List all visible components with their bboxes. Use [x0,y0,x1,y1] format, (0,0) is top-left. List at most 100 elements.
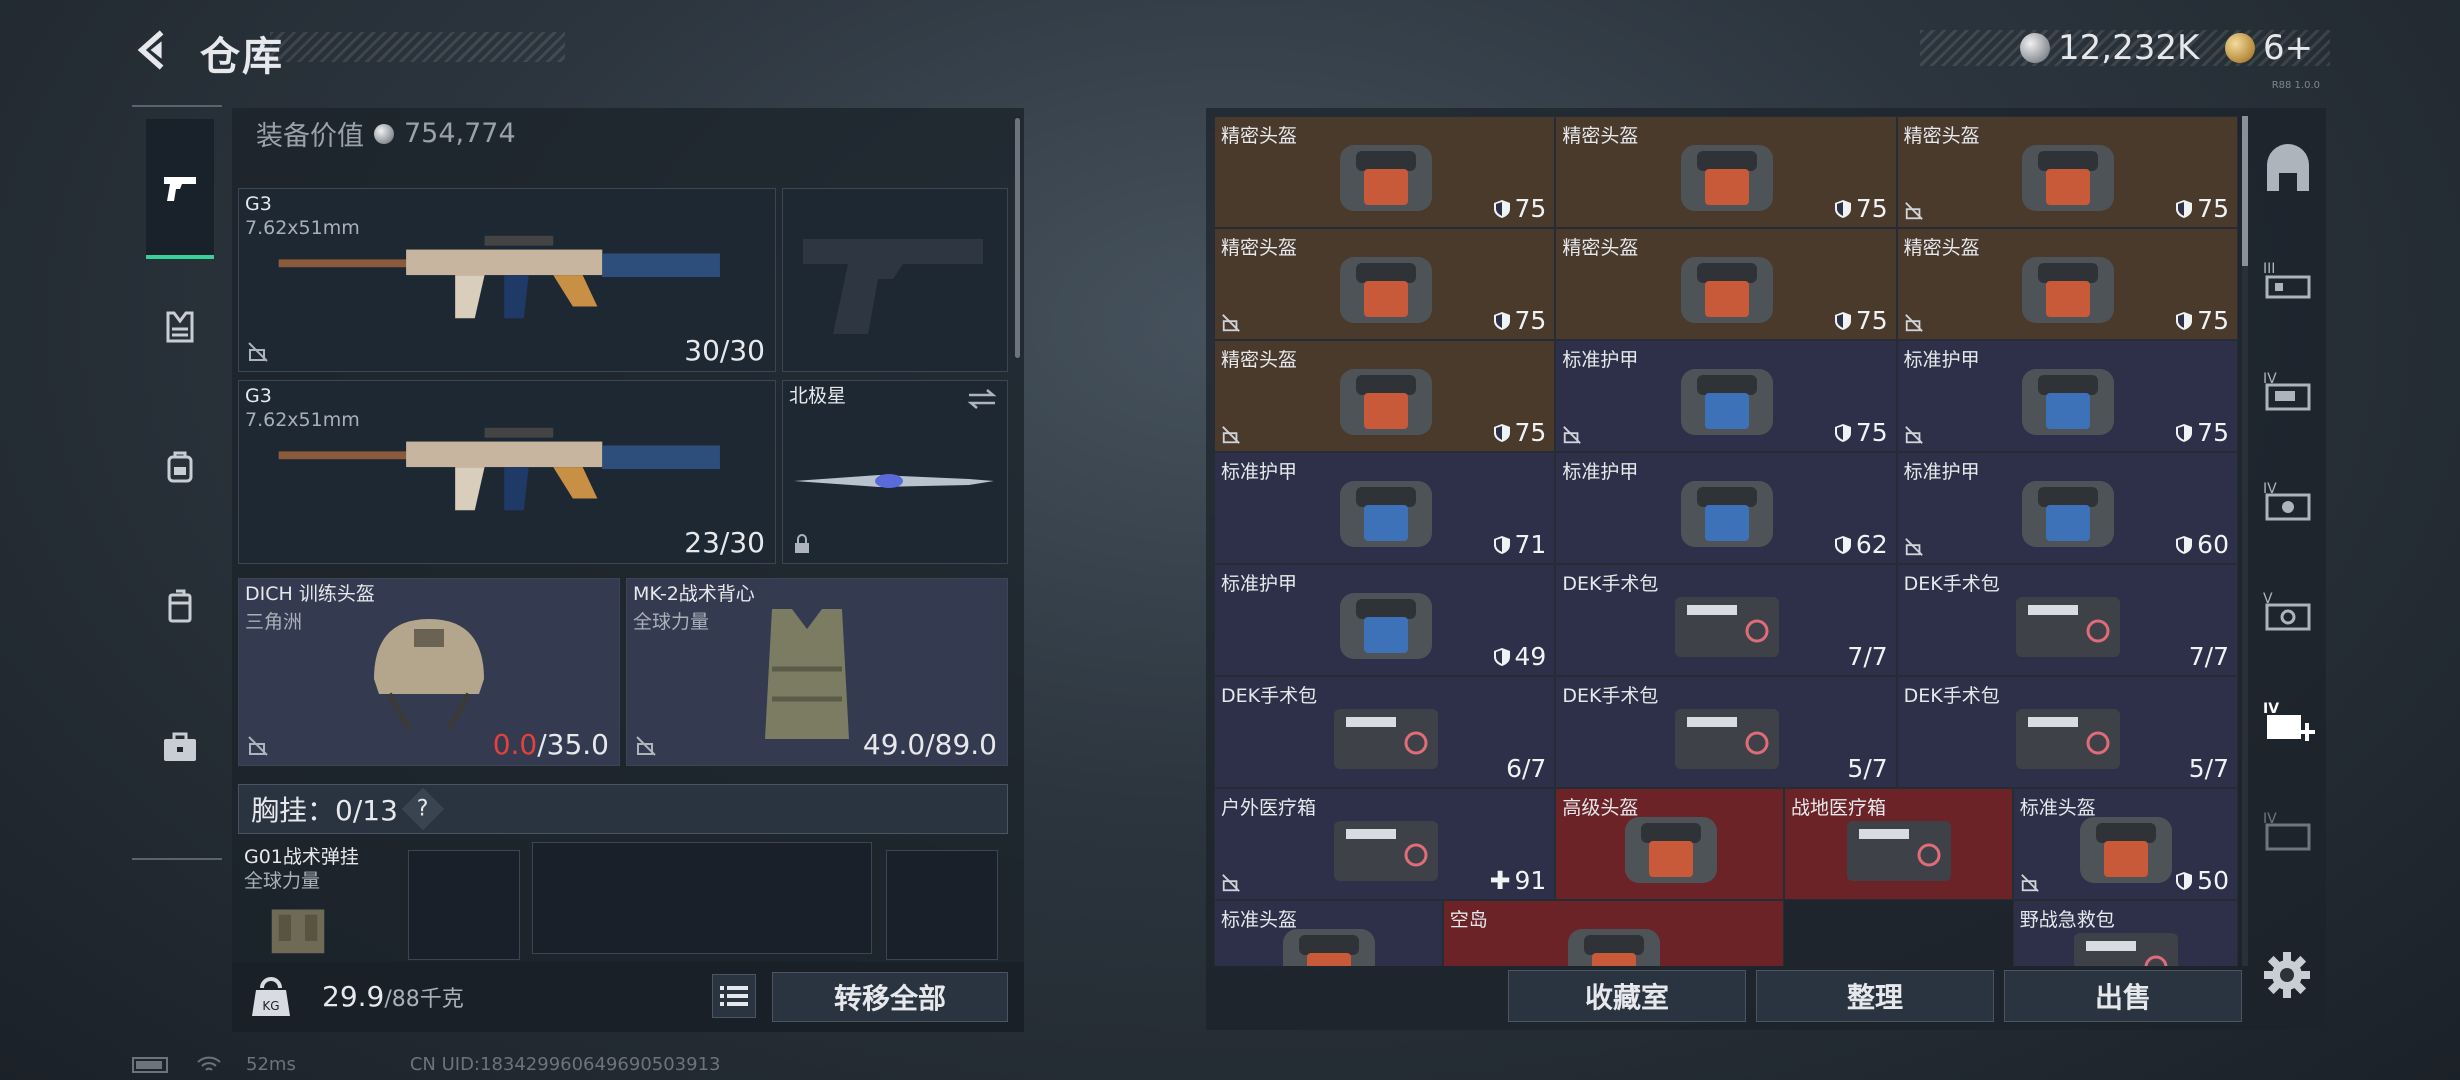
storage-item-count: 75 [1493,306,1546,335]
storage-item[interactable]: 标准护甲 75 [1896,340,2238,452]
helmet-durability-current: 0.0 [492,728,538,761]
nav-backpack[interactable] [146,397,214,537]
collection-room-button[interactable]: 收藏室 [1508,970,1746,1022]
storage-item[interactable]: DEK手术包 6/7 [1214,676,1556,788]
item-image [1680,145,1773,211]
list-view-button[interactable] [712,974,756,1018]
nav-briefcase[interactable] [146,677,214,817]
storage-item[interactable]: 标准护甲 60 [1896,452,2238,564]
storage-scrollbar[interactable] [2242,116,2248,966]
armor-slot[interactable]: MK-2战术背心 全球力量 49.0/89.0 [626,578,1008,766]
armor-vest-image [765,609,849,739]
organize-button[interactable]: 整理 [1756,970,1994,1022]
storage-item[interactable]: 标准护甲 75 [1555,340,1897,452]
item-image [1333,821,1438,881]
item-image [2022,481,2115,547]
storage-item-count: 75 [1493,194,1546,223]
storage-item-name: 精密头盔 [1562,237,1639,259]
storage-item-name: 户外医疗箱 [1221,797,1317,819]
primary-weapon-slot-2[interactable]: G3 7.62x51mm 23/30 [238,380,776,564]
storage-item[interactable]: DEK手术包 5/7 [1896,676,2238,788]
storage-item[interactable]: 精密头盔 75 [1214,228,1556,340]
storage-iv-tab[interactable]: IV [2258,350,2318,430]
storage-item[interactable]: 标准护甲 49 [1214,564,1556,676]
storage-item[interactable]: 户外医疗箱 ✚ 91 [1214,788,1556,900]
storage-item[interactable]: DEK手术包 7/7 [1555,564,1897,676]
help-icon[interactable]: ? [401,787,445,831]
storage-item[interactable]: 战地医疗箱 [1784,788,2013,900]
storage-iv-2-tab[interactable]: IV [2258,460,2318,540]
storage-item[interactable]: 精密头盔 75 [1896,116,2238,228]
storage-item[interactable]: 标准护甲 71 [1214,452,1556,564]
pistol-icon [164,177,196,201]
scroll-thumb[interactable] [2242,116,2248,266]
backpack-icon [167,451,193,483]
rig-slot[interactable] [408,850,520,960]
rig-slot[interactable] [532,842,872,954]
chest-rig-header[interactable]: 胸挂：0/13 ? [238,784,1008,834]
storage-item[interactable]: 精密头盔 75 [1555,116,1897,228]
rig-slot[interactable] [886,850,998,960]
storage-item[interactable]: 标准头盔 [1214,900,1443,966]
storage-item[interactable]: 空岛 [1442,900,1785,966]
storage-item-name: DEK手术包 [1562,573,1659,595]
durability-shield-icon [1493,199,1510,218]
svg-text:III: III [2263,261,2275,277]
storage-item[interactable]: 高级头盔 [1555,788,1785,900]
durability-shield-icon [1834,199,1851,218]
storage-item[interactable]: 标准护甲 62 [1555,452,1897,564]
storage-iv-3-tab[interactable]: IV [2258,790,2318,870]
durability-shield-icon [1834,535,1851,554]
storage-iv-add-tab[interactable]: IV [2258,680,2318,760]
back-button[interactable] [130,22,180,78]
storage-item[interactable]: DEK手术包 5/7 [1555,676,1897,788]
helmet-slot[interactable]: DICH 训练头盔 三角洲 0.0/35.0 [238,578,620,766]
storage-iii-tab[interactable]: III [2258,240,2318,320]
storage-item[interactable]: 精密头盔 75 [1214,340,1556,452]
sell-button[interactable]: 出售 [2004,970,2242,1022]
storage-item[interactable]: 野战急救包 [2012,900,2238,966]
case-icon [168,589,192,623]
item-image [2016,597,2121,657]
storage-v-tab[interactable]: V [2258,570,2318,650]
storage-iii-icon: III [2263,261,2311,299]
currency-silver[interactable]: 12,232K [2020,28,2199,68]
storage-iv-3-icon: IV [2263,811,2311,851]
melee-slot[interactable]: 北极星 [782,380,1008,564]
primary-weapon-slot-1[interactable]: G3 7.62x51mm 30/30 [238,188,776,372]
nav-container[interactable] [146,537,214,677]
pistol-slot[interactable] [782,188,1008,372]
storage-item-name: 空岛 [1449,909,1488,931]
storage-item[interactable]: 精密头盔 75 [1896,228,2238,340]
storage-item[interactable]: DEK手术包 7/7 [1896,564,2238,676]
item-image [2022,369,2115,435]
rifle-image [278,235,720,319]
rifle-image [278,427,720,511]
svg-text:KG: KG [262,999,279,1013]
nav-vest[interactable] [146,257,214,397]
storage-item-name: 精密头盔 [1221,349,1298,371]
storage-item[interactable]: 标准头盔 50 [2012,788,2238,900]
item-image [1847,821,1952,881]
right-nav: III IV IV V IV IV [2250,110,2326,940]
storage-item-count: 75 [1834,306,1888,335]
vault-icon [2267,144,2309,191]
carry-weight-current: 29.9 [322,980,385,1013]
loadout-scrollbar[interactable] [1015,118,1020,358]
melee-name: 北极星 [789,385,847,407]
weight-bar: KG 29.9/88千克 转移全部 [232,962,1024,1032]
storage-iv-icon: IV [2263,371,2311,411]
chest-rig-item[interactable]: G01战术弹挂 全球力量 [238,842,408,962]
vault-tab[interactable] [2258,130,2318,210]
storage-item[interactable]: 精密头盔 75 [1214,116,1556,228]
swap-icon[interactable] [967,389,997,409]
item-image [1333,709,1438,769]
currency-gold[interactable]: 6+ [2225,28,2313,68]
equipment-value: 装备价值 754,774 [256,114,516,153]
page-title: 仓库 [200,34,284,80]
transfer-all-button[interactable]: 转移全部 [772,972,1008,1022]
helmet-image [374,619,484,731]
storage-item[interactable]: 精密头盔 75 [1555,228,1897,340]
settings-button[interactable] [2262,950,2312,1000]
nav-weapons[interactable] [146,119,214,259]
